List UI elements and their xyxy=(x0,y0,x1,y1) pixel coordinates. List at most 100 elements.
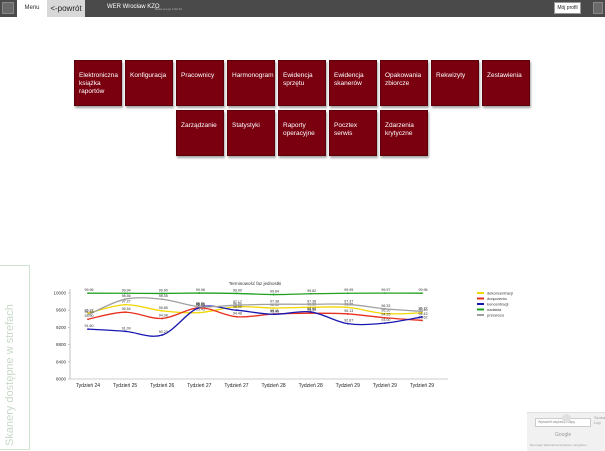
scanner-zones-label: Skanery dostępne w strefach xyxy=(4,304,16,446)
tile-critical-events[interactable]: Zdarzenia krytyczne xyxy=(380,110,428,156)
chart-legend-entry: doręczenia xyxy=(487,296,507,301)
chart-data-label: 96.50 xyxy=(270,303,279,307)
chart-series-line-przewozu xyxy=(87,297,423,316)
chart-data-label: 95.30 xyxy=(307,308,316,312)
tile-pocztex-service[interactable]: Pocztex serwis xyxy=(329,110,377,156)
chart-data-label: 98.56 xyxy=(122,294,131,298)
chart-data-label: 97.37 xyxy=(344,299,353,303)
chart-point xyxy=(383,312,386,315)
chart-data-label: 92.87 xyxy=(344,319,353,323)
chart-data-label: 97.38 xyxy=(270,299,279,303)
chart-data-label: 91.60 xyxy=(85,324,94,328)
chart-point xyxy=(272,307,275,309)
tile-bulk-packaging[interactable]: Opakowania zbiorcze xyxy=(380,60,428,106)
chart-point xyxy=(309,311,312,313)
chart-point xyxy=(198,306,201,309)
chart-point xyxy=(272,303,275,306)
chart-data-label: 99.96 xyxy=(419,288,428,292)
map-pin-icon xyxy=(562,414,571,423)
chart-point xyxy=(272,293,275,296)
chart-data-label: 99.64 xyxy=(270,290,279,294)
tab-menu[interactable]: Menu xyxy=(17,0,47,17)
map-footer[interactable]: Na mapie Warunki korzystania z programu xyxy=(530,443,587,447)
chart-point xyxy=(346,322,349,325)
chart-data-label: 95.60 xyxy=(307,307,316,311)
chart-data-label: 97.17 xyxy=(233,300,242,304)
chart-data-label: 98.55 xyxy=(159,294,168,298)
tile-reports-summary[interactable]: Zestawienia xyxy=(482,60,530,106)
chart-x-tick: Tydzień 25 xyxy=(113,383,137,389)
chart-data-label: 95.20 xyxy=(381,309,390,313)
chart-x-tick: Tydzień 26 xyxy=(150,383,174,389)
tile-props[interactable]: Rekwizyty xyxy=(431,60,479,106)
chart-point xyxy=(421,319,423,322)
tile-employees[interactable]: Pracownicy xyxy=(176,60,224,106)
chart-point xyxy=(87,328,89,331)
scanner-zones-panel[interactable]: Skanery dostępne w strefach xyxy=(0,265,30,450)
chart-point xyxy=(161,309,164,312)
chart-y-tick: 8400 xyxy=(56,359,67,364)
tile-schedule[interactable]: Harmonogram xyxy=(227,60,275,106)
chart-point xyxy=(421,311,423,314)
chart-point xyxy=(421,292,423,295)
chart-title: Terminowość faz jednostki xyxy=(229,281,282,286)
chart-data-label: 99.90 xyxy=(159,288,168,292)
chart-point xyxy=(161,292,164,295)
chart-series-line-nadania xyxy=(87,292,423,296)
chart-point xyxy=(421,316,423,318)
chart-point xyxy=(87,312,89,315)
chart-point xyxy=(124,303,127,306)
chart-point xyxy=(272,313,275,316)
tile-electronic-report-book[interactable]: Elektroniczna książka raportów xyxy=(74,60,122,106)
chart-data-label: 99.95 xyxy=(344,288,353,292)
top-bar: Menu <-powrót WER Wrocław KZO Baza ver p… xyxy=(0,0,605,17)
chart-data-label: 95.11 xyxy=(270,309,279,313)
tile-configuration[interactable]: Konfiguracja xyxy=(125,60,173,106)
tile-operational-reports[interactable]: Raporty operacyjne xyxy=(278,110,326,156)
chart-data-label: 96.65 xyxy=(344,302,353,306)
chart-data-label: 94.48 xyxy=(233,312,242,316)
chart-data-label: 94.25 xyxy=(381,313,390,317)
window-corner-icon xyxy=(593,2,603,14)
chart-y-tick: 9200 xyxy=(56,325,67,330)
chart-y-tick: 9600 xyxy=(56,308,67,313)
chart-x-tick: Tydzień 24 xyxy=(76,383,100,389)
chart-point xyxy=(346,303,349,306)
chart-point xyxy=(272,313,275,315)
chart-point xyxy=(383,292,386,295)
chart-point xyxy=(421,310,423,313)
chart-point xyxy=(124,311,127,314)
chart-data-label: 96.00 xyxy=(233,305,242,309)
tile-scanner-register[interactable]: Ewidencja skanerów xyxy=(329,60,377,106)
chart-data-label: 91.09 xyxy=(122,326,131,330)
chart-point xyxy=(161,298,164,301)
chart-data-label: 96.81 xyxy=(196,302,205,306)
app-title: WER Wrocław KZO xyxy=(107,4,160,10)
tile-equipment-register[interactable]: Ewidencja sprzętu xyxy=(278,60,326,106)
chart-x-tick: Tydzień 28 xyxy=(299,383,323,389)
chart-point xyxy=(309,306,312,309)
tile-management[interactable]: Zarządzanie xyxy=(176,110,224,156)
chart-data-label: 96.80 xyxy=(233,302,242,306)
chart-x-tick: Tydzień 29 xyxy=(410,383,434,389)
chart-y-tick: 8800 xyxy=(56,342,67,347)
chart-point xyxy=(346,306,349,309)
app-corner-icon xyxy=(2,2,14,14)
profile-button[interactable]: Mój profil xyxy=(554,2,581,14)
back-button[interactable]: <-powrót xyxy=(47,0,85,17)
chart-data-label: 96.63 xyxy=(196,302,205,306)
chart-legend-entry: dekoncentracji xyxy=(487,290,513,295)
chart-x-tick: Tydzień 28 xyxy=(261,383,285,389)
chart-point xyxy=(161,317,164,320)
chart-data-label: 99.94 xyxy=(122,288,131,292)
chart-data-label: 95.27 xyxy=(85,308,94,312)
app-version: Baza ver pp 1.02.13 xyxy=(155,7,182,11)
tile-statistics[interactable]: Statystyki xyxy=(227,110,275,156)
chart-point xyxy=(346,313,349,315)
chart-point xyxy=(198,306,201,309)
chart-point xyxy=(235,292,238,295)
chart-x-tick: Tydzień 29 xyxy=(336,383,360,389)
chart-data-label: 99.96 xyxy=(85,288,94,292)
chart-data-label: 96.33 xyxy=(381,304,390,308)
chart-point xyxy=(383,322,386,324)
